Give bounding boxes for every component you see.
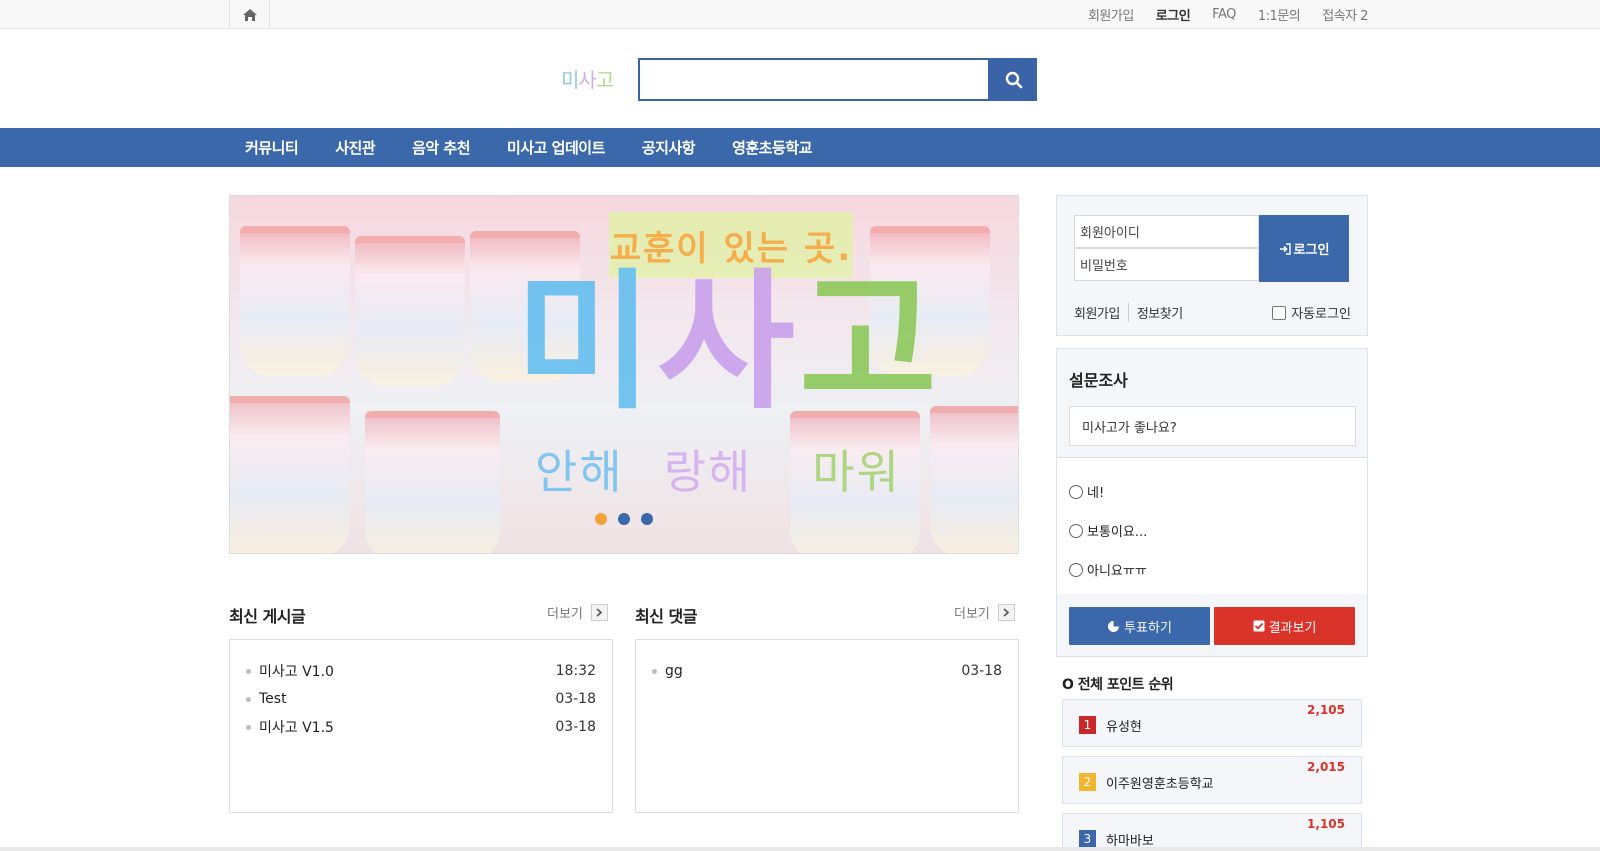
nav-item-updates[interactable]: 미사고 업데이트: [507, 137, 605, 158]
poll-option-2[interactable]: 보통이요...: [1069, 521, 1147, 540]
slider-dot-3[interactable]: [641, 513, 653, 525]
auto-login-checkbox[interactable]: 자동로그인: [1272, 303, 1351, 322]
login-links: 회원가입 정보찾기: [1074, 303, 1183, 322]
radio-icon: [1069, 562, 1083, 577]
top-bar: 회원가입 로그인 FAQ 1:1문의 접속자 2: [0, 0, 1600, 29]
poll-option-1[interactable]: 네!: [1069, 482, 1104, 501]
search-button[interactable]: [990, 58, 1037, 101]
pie-chart-icon: [1108, 620, 1120, 632]
inquiry-link[interactable]: 1:1문의: [1258, 5, 1301, 24]
list-item[interactable]: 미사고 V1.0 18:32: [246, 661, 596, 681]
slide-decor: [365, 411, 500, 553]
chevron-right-icon: [997, 604, 1015, 621]
hero-slider[interactable]: 교훈이 있는 곳. 미사고 안해 랑해 마워: [229, 195, 1019, 554]
rank-points: 2,015: [1307, 760, 1345, 774]
rank-points: 1,105: [1307, 817, 1345, 831]
rank-badge: 1: [1079, 716, 1096, 734]
main-nav: 커뮤니티 사진관 음악 추천 미사고 업데이트 공지사항 영훈초등학교: [0, 128, 1600, 167]
poll-panel: 설문조사 미사고가 좋나요? 네! 보통이요... 아니요ㅠㅠ 투표하기 결과보…: [1056, 348, 1368, 657]
checkbox-icon: [1272, 305, 1287, 320]
ranking-title: O 전체 포인트 순위: [1062, 677, 1174, 693]
login-link[interactable]: 로그인: [1156, 5, 1191, 24]
rank-name: 이주원영훈초등학교: [1106, 777, 1214, 792]
find-info-link[interactable]: 정보찾기: [1127, 303, 1183, 322]
rank-badge: 2: [1079, 773, 1096, 791]
search-icon: [1005, 71, 1022, 88]
radio-icon: [1069, 484, 1083, 499]
poll-option-3[interactable]: 아니요ㅠㅠ: [1069, 560, 1147, 579]
home-icon: [242, 8, 257, 21]
vote-button[interactable]: 투표하기: [1069, 607, 1210, 645]
nav-item-notice[interactable]: 공지사항: [642, 137, 696, 158]
faq-link[interactable]: FAQ: [1212, 7, 1236, 22]
poll-title: 설문조사: [1069, 371, 1128, 390]
slide-decor: [355, 236, 465, 386]
signup-link[interactable]: 회원가입: [1074, 303, 1120, 322]
login-button[interactable]: 로그인: [1259, 215, 1349, 282]
ranking-item[interactable]: 1 유성현 2,105: [1062, 699, 1362, 747]
latest-posts-more[interactable]: 더보기: [547, 603, 608, 622]
rank-name: 유성현: [1106, 720, 1142, 735]
nav-item-community[interactable]: 커뮤니티: [245, 137, 299, 158]
latest-posts-title: 최신 게시글: [229, 607, 306, 626]
rank-points: 2,105: [1307, 703, 1345, 717]
slider-dot-1[interactable]: [595, 513, 607, 525]
ranking-item[interactable]: 3 하마바보 1,105: [1062, 813, 1362, 851]
member-id-field[interactable]: 회원아이디: [1074, 215, 1259, 248]
home-button[interactable]: [229, 0, 270, 29]
slide-decor: [240, 226, 350, 376]
slide-title: 미사고: [515, 256, 942, 430]
poll-question: 미사고가 좋나요?: [1069, 406, 1356, 446]
rank-badge: 3: [1079, 830, 1096, 848]
nav-item-gallery[interactable]: 사진관: [335, 137, 375, 158]
slider-dots: [595, 513, 664, 525]
ranking-item[interactable]: 2 이주원영훈초등학교 2,015: [1062, 756, 1362, 804]
slide-subtitle: 안해 랑해 마워: [535, 445, 901, 499]
slide-decor: [230, 396, 350, 553]
list-item[interactable]: gg 03-18: [652, 661, 1002, 681]
list-item[interactable]: 미사고 V1.5 03-18: [246, 717, 596, 737]
chevron-right-icon: [590, 604, 608, 621]
search-input[interactable]: [638, 58, 990, 101]
latest-comments-box: gg 03-18: [635, 639, 1019, 813]
sign-in-icon: [1279, 242, 1291, 255]
check-square-icon: [1253, 620, 1265, 632]
poll-options: 네! 보통이요... 아니요ㅠㅠ: [1057, 457, 1367, 594]
password-field[interactable]: 비밀번호: [1074, 248, 1259, 281]
latest-comments-title: 최신 댓글: [635, 607, 697, 626]
nav-item-school[interactable]: 영훈초등학교: [732, 137, 812, 158]
visitors-link[interactable]: 접속자 2: [1322, 5, 1368, 24]
slider-dot-2[interactable]: [618, 513, 630, 525]
latest-comments-more[interactable]: 더보기: [954, 603, 1015, 622]
site-logo[interactable]: 미사고: [561, 64, 614, 93]
radio-icon: [1069, 523, 1083, 538]
horizontal-scrollbar[interactable]: [0, 847, 1600, 851]
login-panel: 회원아이디 비밀번호 로그인 회원가입 정보찾기 자동로그인: [1056, 195, 1368, 336]
nav-item-music[interactable]: 음악 추천: [412, 137, 470, 158]
signup-link[interactable]: 회원가입: [1088, 5, 1134, 24]
view-results-button[interactable]: 결과보기: [1214, 607, 1355, 645]
list-item[interactable]: Test 03-18: [246, 689, 596, 709]
slide-decor: [930, 406, 1018, 553]
top-links: 회원가입 로그인 FAQ 1:1문의 접속자 2: [1066, 0, 1369, 29]
latest-posts-box: 미사고 V1.0 18:32 Test 03-18 미사고 V1.5 03-18: [229, 639, 613, 813]
